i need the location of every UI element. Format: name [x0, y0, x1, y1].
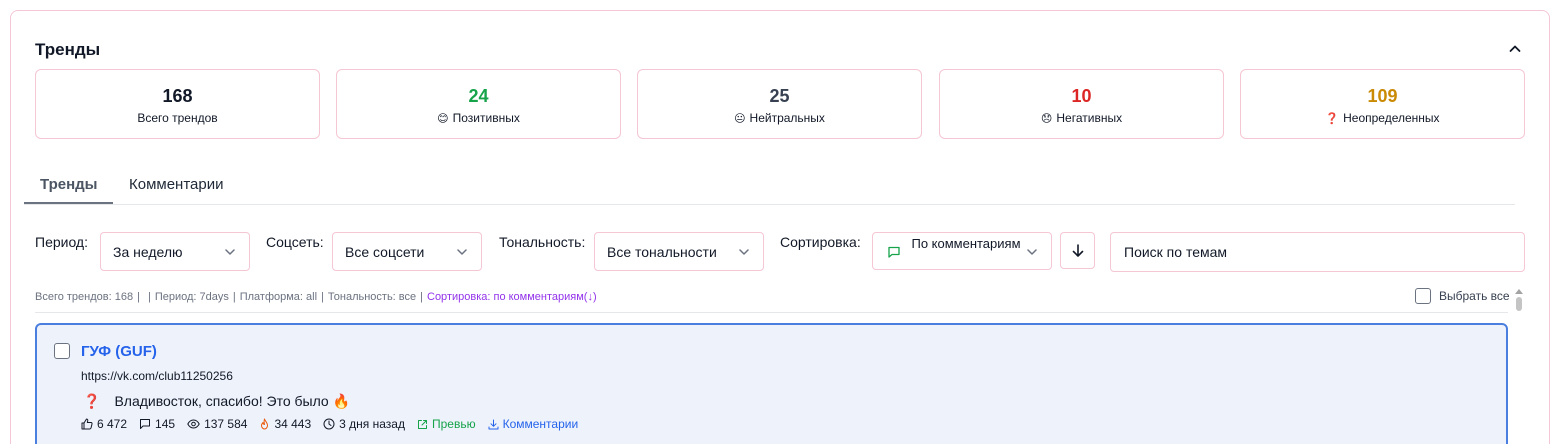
chevron-down-icon: [225, 249, 235, 255]
divider: [35, 312, 1508, 313]
sad-face-icon: 😞: [1040, 112, 1053, 125]
chevron-down-icon: [739, 249, 749, 255]
comments-link[interactable]: Комментарии: [488, 417, 579, 431]
trend-checkbox[interactable]: [54, 343, 70, 359]
time-metric: 3 дня назад: [323, 417, 405, 431]
thumbs-up-icon: [81, 418, 93, 430]
download-icon: [488, 419, 499, 429]
trend-text: Владивосток, спасибо! Это было 🔥: [114, 393, 351, 409]
comments-link-label: Комментарии: [502, 417, 579, 431]
preview-label: Превью: [431, 417, 476, 431]
period-value: За неделю: [113, 244, 183, 260]
sort-select[interactable]: По комментариям: [872, 232, 1052, 270]
panel-title: Тренды: [35, 40, 101, 59]
likes-value: 6 472: [97, 417, 128, 431]
likes-metric: 6 472: [81, 417, 127, 431]
tab-trends[interactable]: Тренды: [40, 176, 98, 193]
scroll-up-arrow[interactable]: [1515, 289, 1523, 294]
period-select[interactable]: За неделю: [100, 232, 250, 271]
views-metric: 137 584: [187, 417, 247, 431]
network-value: Все соцсети: [345, 244, 425, 260]
score-value: 34 443: [274, 417, 312, 431]
trend-text-row: ❓ Владивосток, спасибо! Это было 🔥: [83, 393, 350, 410]
stat-undefined: 109 ❓ Неопределенных: [1240, 69, 1525, 139]
summary-sort: Сортировка: по комментариям(↓): [427, 291, 597, 303]
scrollbar-thumb[interactable]: [1516, 297, 1522, 311]
tone-value: Все тональности: [607, 244, 717, 260]
score-metric: 34 443: [259, 417, 311, 431]
checkbox[interactable]: [1415, 288, 1431, 304]
stat-label: Негативных: [1056, 111, 1123, 125]
eye-icon: [187, 419, 200, 429]
search-input[interactable]: [1110, 232, 1525, 272]
chevron-up-icon[interactable]: [1507, 41, 1523, 57]
network-label: Соцсеть:: [266, 234, 324, 250]
summary-platform: Платформа: all: [239, 291, 318, 303]
arrow-down-icon: [1072, 244, 1084, 257]
stat-positive: 24 😊 Позитивных: [336, 69, 621, 139]
trend-card[interactable]: ГУФ (GUF) https://vk.com/club11250256 ❓ …: [35, 323, 1508, 444]
fire-icon: [261, 418, 269, 430]
stat-value: 24: [468, 86, 489, 106]
stat-value: 168: [162, 86, 193, 106]
stat-label: Позитивных: [452, 111, 520, 125]
chevron-down-icon: [1027, 249, 1037, 255]
chevron-down-icon: [457, 249, 467, 255]
sort-value: По комментариям: [911, 236, 1021, 251]
tone-select[interactable]: Все тональности: [594, 232, 764, 271]
stat-label: Нейтральных: [749, 111, 825, 125]
comments-metric: 145: [139, 417, 175, 431]
select-all-checkbox[interactable]: Выбрать все: [1415, 288, 1510, 304]
stat-value: 109: [1367, 86, 1398, 106]
summary-period: Период: 7days: [154, 291, 229, 303]
network-select[interactable]: Все соцсети: [332, 232, 482, 271]
clock-icon: [323, 418, 335, 430]
trend-url: https://vk.com/club11250256: [81, 369, 233, 383]
stat-neutral: 25 😐 Нейтральных: [637, 69, 922, 139]
external-link-icon: [417, 419, 427, 429]
sort-direction-button[interactable]: [1060, 232, 1095, 269]
select-all-label: Выбрать все: [1439, 289, 1510, 303]
stat-label: Неопределенных: [1343, 111, 1440, 125]
summary-line: Всего трендов: 168 | | Период: 7days | Платфо…: [35, 291, 597, 303]
tabs-bar: Тренды Комментарии: [24, 168, 1515, 205]
trend-metrics: 6 472 145 137 584 34 443 3 дня назад Пре…: [81, 417, 578, 431]
question-icon: ❓: [83, 393, 101, 409]
neutral-face-icon: 😐: [734, 112, 746, 125]
question-icon: ❓: [1325, 112, 1340, 125]
period-label: Период:: [35, 234, 88, 250]
stat-negative: 10 😞 Негативных: [939, 69, 1224, 139]
tab-comments[interactable]: Комментарии: [129, 176, 223, 193]
preview-link[interactable]: Превью: [417, 417, 476, 431]
comments-value: 145: [155, 417, 176, 431]
summary-tone: Тональность: все: [327, 291, 417, 303]
stat-value: 25: [769, 86, 790, 106]
trend-title[interactable]: ГУФ (GUF): [81, 343, 157, 360]
comment-icon: [140, 419, 151, 429]
stat-value: 10: [1071, 86, 1092, 106]
sort-label: Сортировка:: [780, 234, 861, 250]
stat-total: 168 Всего трендов: [35, 69, 320, 139]
smile-icon: 😊: [437, 112, 449, 125]
time-value: 3 дня назад: [339, 417, 405, 431]
summary-total: Всего трендов: 168: [35, 291, 134, 303]
active-tab-indicator: [24, 202, 113, 204]
comment-icon: [888, 246, 900, 258]
stat-label: Всего трендов: [137, 111, 218, 125]
views-value: 137 584: [204, 417, 248, 431]
tone-label: Тональность:: [499, 234, 586, 250]
